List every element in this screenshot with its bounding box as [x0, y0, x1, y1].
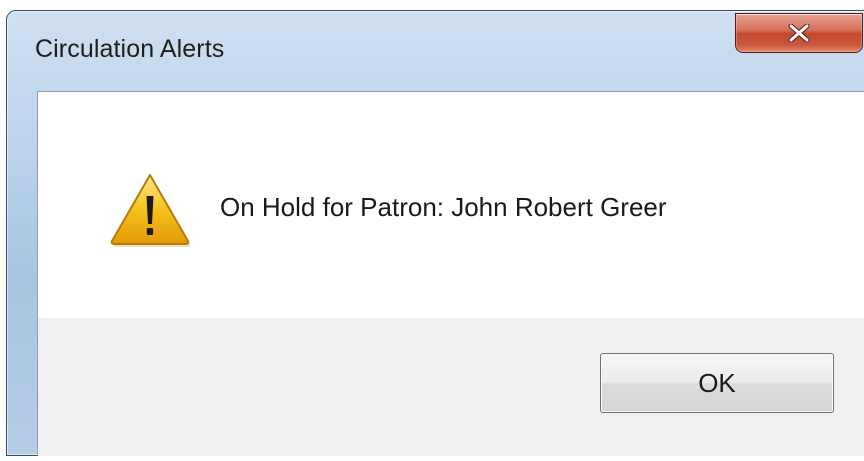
ok-button[interactable]: OK	[600, 353, 834, 413]
dialog-client-area: On Hold for Patron: John Robert Greer OK	[37, 91, 864, 456]
message-area: On Hold for Patron: John Robert Greer	[38, 92, 864, 318]
close-x-icon	[788, 24, 810, 42]
warning-icon	[110, 174, 191, 247]
close-button[interactable]	[735, 13, 863, 53]
button-bar: OK	[38, 318, 864, 456]
alert-message: On Hold for Patron: John Robert Greer	[220, 192, 667, 222]
title-bar[interactable]: Circulation Alerts	[7, 11, 864, 91]
window-title: Circulation Alerts	[35, 35, 225, 63]
dialog-window: Circulation Alerts On Hold for Patron: J…	[6, 10, 864, 456]
